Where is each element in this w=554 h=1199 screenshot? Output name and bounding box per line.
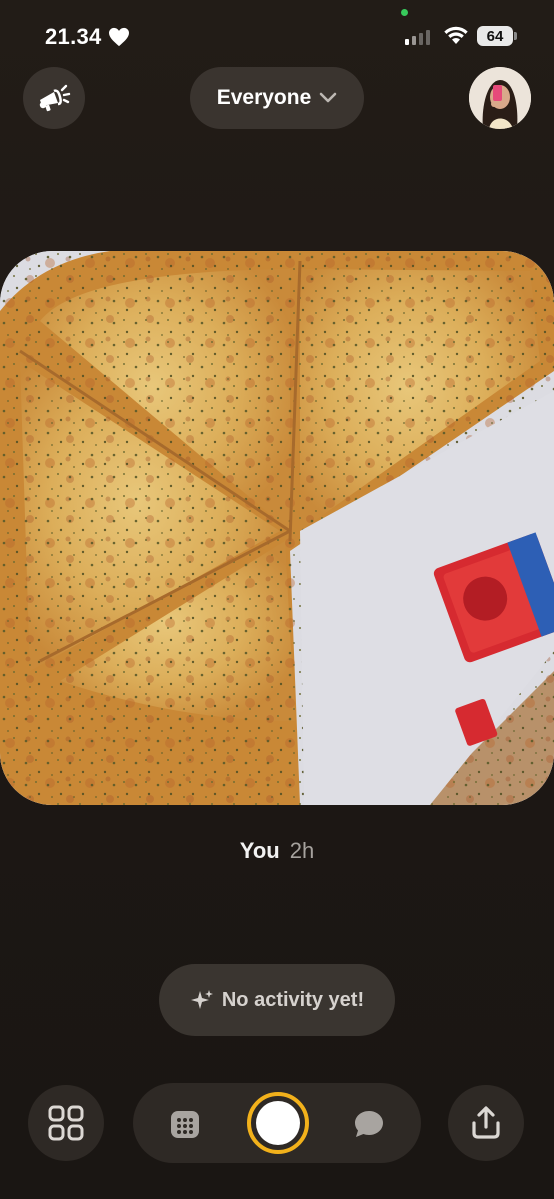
chat-icon[interactable] bbox=[353, 1109, 385, 1139]
wifi-icon bbox=[444, 26, 468, 44]
post-author[interactable]: You bbox=[240, 838, 280, 863]
grid-view-button[interactable] bbox=[28, 1085, 104, 1161]
post-caption: You 2h bbox=[0, 838, 554, 864]
battery-icon: 64 bbox=[477, 26, 513, 46]
grid-icon bbox=[48, 1105, 84, 1141]
battery-cap bbox=[514, 32, 517, 40]
status-time: 21.34 bbox=[45, 24, 130, 50]
battery-level: 64 bbox=[486, 27, 504, 45]
share-button[interactable] bbox=[448, 1085, 524, 1161]
audience-label: Everyone bbox=[216, 86, 312, 109]
audience-selector[interactable]: Everyone bbox=[190, 67, 364, 129]
megaphone-icon bbox=[39, 84, 71, 112]
avatar-image bbox=[469, 67, 531, 129]
activity-label: No activity yet! bbox=[221, 988, 365, 1011]
signal-icon bbox=[405, 29, 430, 45]
shutter-button[interactable] bbox=[247, 1092, 309, 1154]
chevron-down-icon bbox=[319, 92, 337, 103]
announcements-button[interactable] bbox=[23, 67, 85, 129]
pizza-image bbox=[0, 251, 554, 805]
post-photo[interactable] bbox=[0, 251, 554, 805]
share-icon bbox=[472, 1106, 500, 1139]
profile-avatar[interactable] bbox=[469, 67, 531, 129]
clock-text: 21.34 bbox=[45, 24, 102, 49]
sparkle-icon bbox=[190, 990, 213, 1009]
privacy-indicator bbox=[401, 9, 408, 16]
activity-button[interactable]: No activity yet! bbox=[159, 964, 395, 1036]
post-time: 2h bbox=[289, 838, 315, 863]
shutter-inner bbox=[256, 1101, 300, 1145]
calendar-icon[interactable] bbox=[169, 1108, 201, 1140]
heart-icon bbox=[108, 27, 129, 47]
